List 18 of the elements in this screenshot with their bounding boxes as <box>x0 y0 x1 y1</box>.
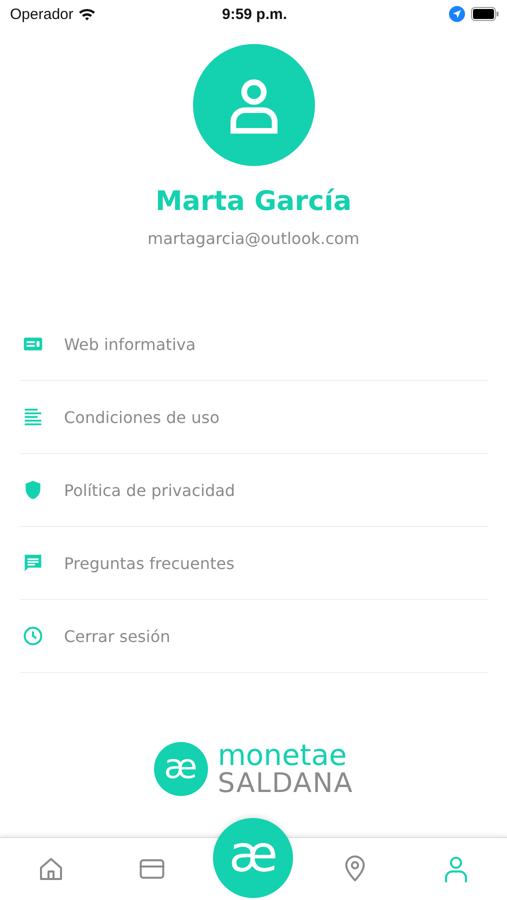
menu-item[interactable]: Condiciones de uso <box>20 381 488 454</box>
menu-item[interactable]: Política de privacidad <box>20 454 488 527</box>
wifi-icon <box>78 7 96 21</box>
text-lines-icon <box>22 406 44 428</box>
brand-name: monetae <box>218 741 348 770</box>
carrier-name: Operador <box>10 6 74 22</box>
menu-item[interactable]: Cerrar sesión <box>20 600 488 673</box>
clock-icon <box>22 625 44 647</box>
chat-icon <box>22 552 44 574</box>
menu-item[interactable]: Preguntas frecuentes <box>20 527 488 600</box>
logo-mark: æ <box>154 742 208 796</box>
status-time: 9:59 p.m. <box>222 6 288 22</box>
home-logo-button[interactable]: æ <box>213 818 294 898</box>
battery-icon <box>471 7 499 21</box>
menu-item[interactable]: Web informativa <box>20 308 488 381</box>
user-name: Marta García <box>154 186 353 217</box>
user-email: martagarcia@outlook.com <box>146 229 361 248</box>
brand-subtitle: SALDANA <box>218 770 354 797</box>
